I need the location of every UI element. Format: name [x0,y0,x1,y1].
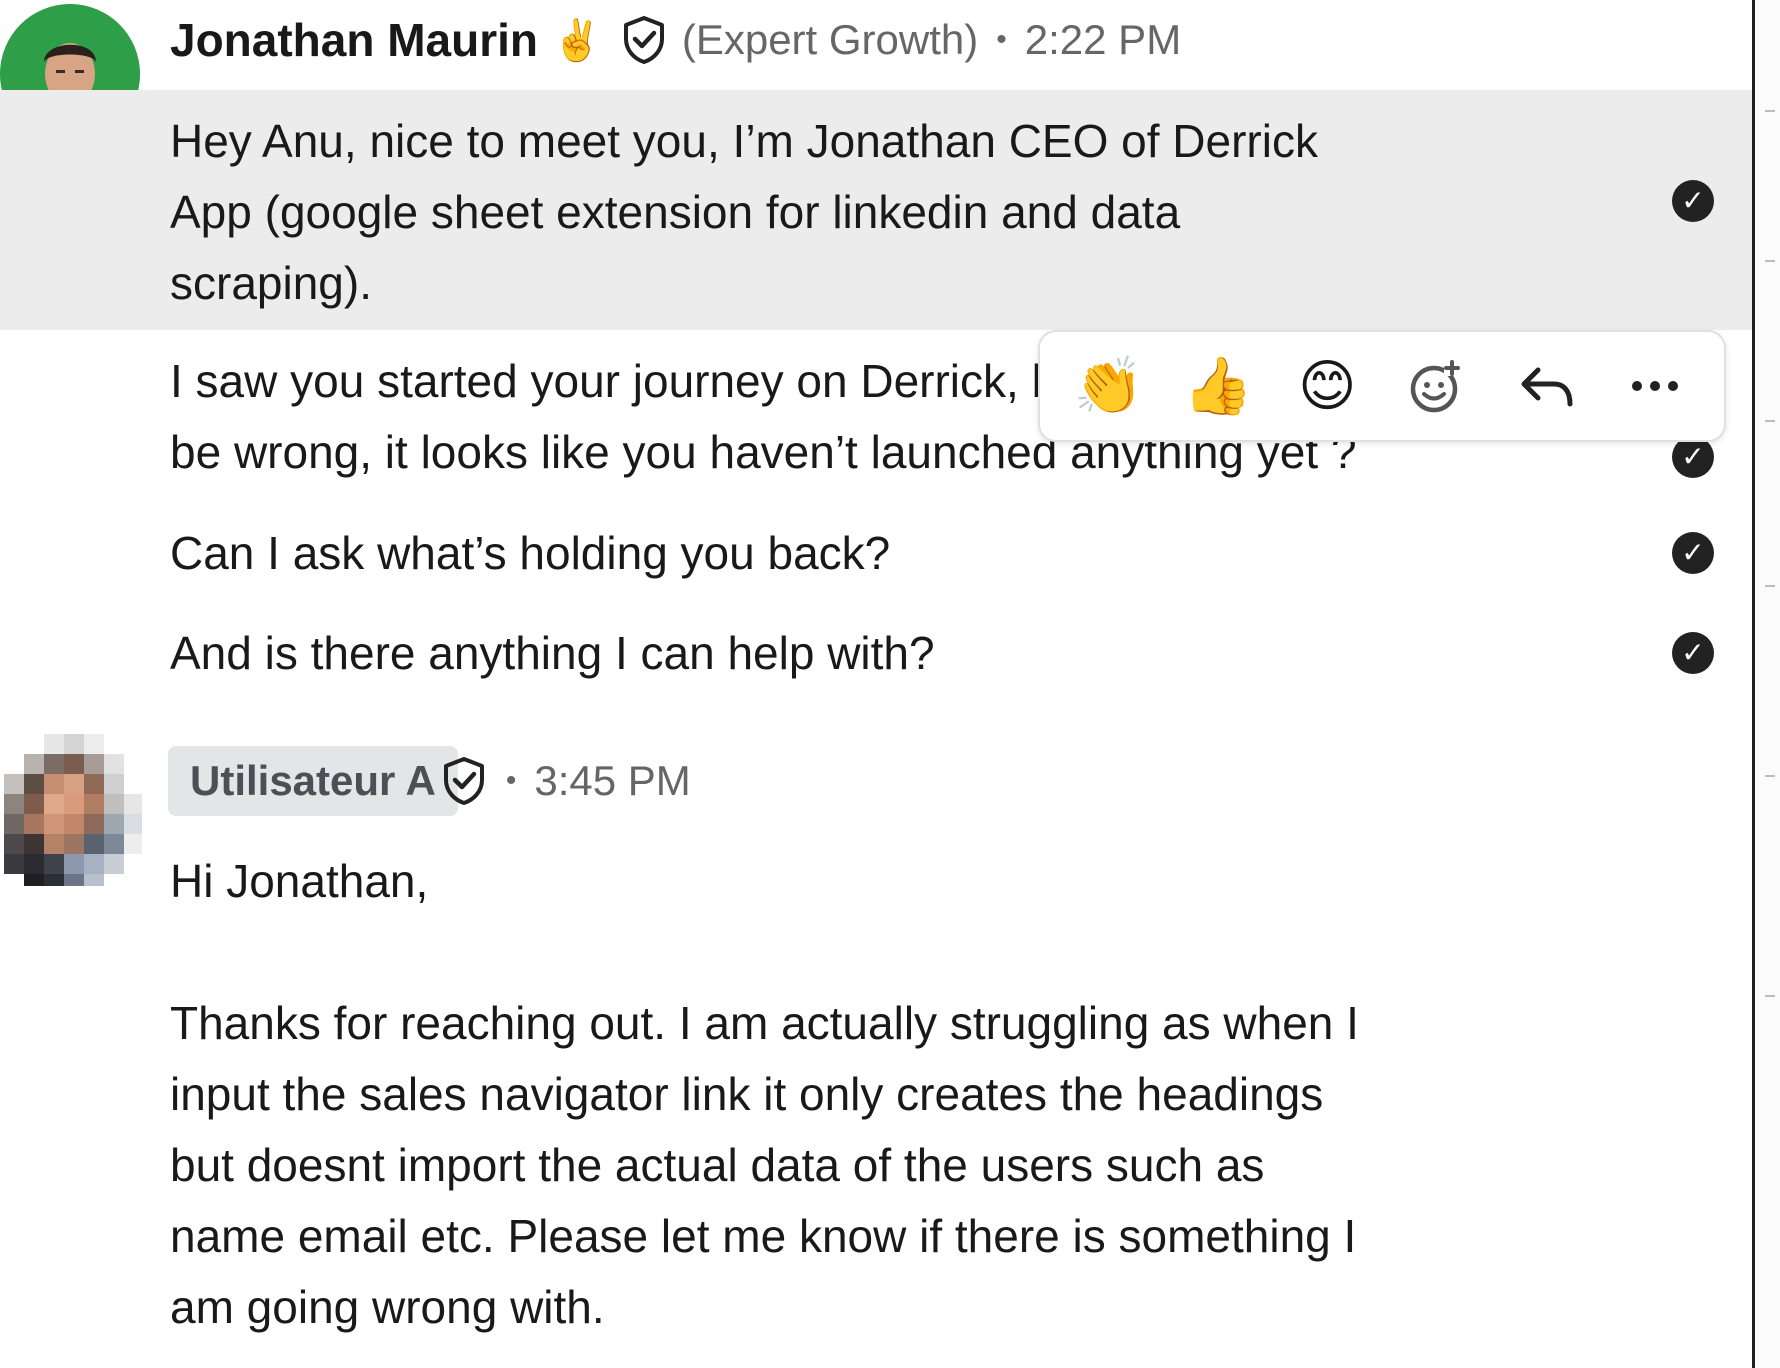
more-options-icon [1632,381,1679,391]
more-options-button[interactable] [1615,346,1695,426]
sender-role: (Expert Growth) [681,16,979,63]
message-item[interactable]: Hi Jonathan, Thanks for reaching out. I … [0,846,1752,1346]
divider [1765,260,1775,262]
verified-shield-icon [443,757,484,805]
separator-dot: • [505,764,517,797]
verified-shield-icon [623,16,664,64]
divider [1765,775,1775,777]
reply-button[interactable] [1506,346,1586,426]
read-receipt-icon: ✓ [1672,180,1714,222]
message-text: Hey Anu, nice to meet you, I’m Jonathan … [170,115,1318,309]
separator-dot: • [996,23,1007,56]
reply-icon [1521,367,1573,407]
message-text: And is there anything I can help with? [170,627,935,679]
divider [1765,110,1775,112]
smile-reaction-button[interactable]: 😊 [1287,346,1367,426]
message-header: Utilisateur A • 3:45 PM [168,746,691,816]
message-text: Can I ask what’s holding you back? [170,527,891,579]
message-item[interactable]: Can I ask what’s holding you back? ✓ [0,518,1752,588]
message-item[interactable]: And is there anything I can help with? ✓ [0,618,1752,688]
divider [1765,420,1775,422]
side-panel-edge [1752,0,1780,1368]
sender-name[interactable]: Utilisateur A [168,746,458,816]
add-reaction-button[interactable] [1397,346,1477,426]
add-reaction-icon [1410,360,1460,413]
divider [1765,585,1775,587]
read-receipt-icon: ✓ [1672,532,1714,574]
divider [1765,995,1775,997]
message-thread: Jonathan Maurin ✌️ (Expert Growth) • 2:2… [0,0,1752,1368]
message-item[interactable]: Hey Anu, nice to meet you, I’m Jonathan … [0,90,1752,330]
sender-name[interactable]: Jonathan Maurin [170,13,538,67]
read-receipt-icon: ✓ [1672,632,1714,674]
read-receipt-icon: ✓ [1672,436,1714,478]
message-text: Hi Jonathan, Thanks for reaching out. I … [170,855,1359,1333]
message-timestamp: 3:45 PM [534,757,691,804]
thumbs-up-reaction-button[interactable]: 👍 [1178,346,1258,426]
victory-hand-emoji: ✌️ [552,18,602,63]
clap-reaction-button[interactable]: 👏 [1069,346,1149,426]
message-header: Jonathan Maurin ✌️ (Expert Growth) • 2:2… [170,10,1181,70]
message-timestamp: 2:22 PM [1024,16,1182,63]
reaction-toolbar: 👏 👍 😊 [1038,330,1726,442]
